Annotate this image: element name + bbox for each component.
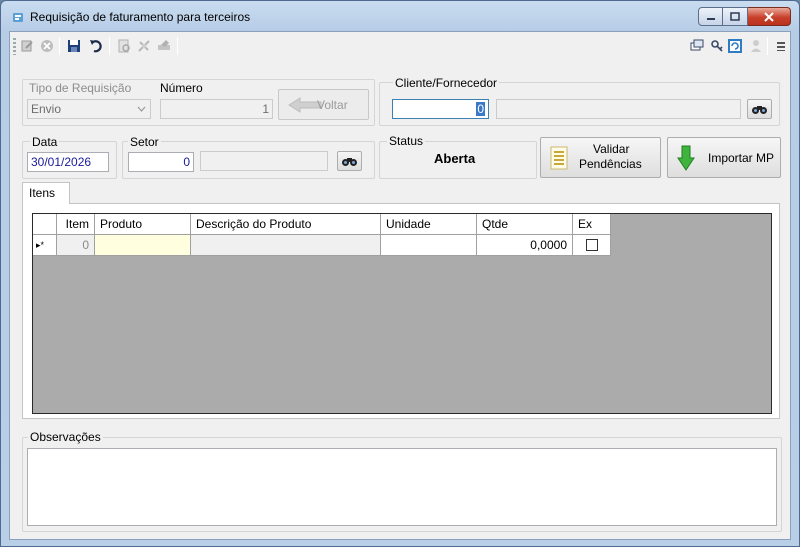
cliente-name-field[interactable] — [496, 99, 741, 119]
tab-itens[interactable]: Itens — [22, 182, 70, 204]
grid-row-header-corner — [33, 214, 57, 235]
cell-ex[interactable] — [573, 235, 611, 256]
windows-icon — [690, 39, 704, 51]
cliente-code-value: 0 — [476, 102, 485, 116]
window-title: Requisição de faturamento para terceiros — [30, 10, 251, 24]
binoculars-icon — [342, 157, 357, 166]
observacoes-label: Observações — [28, 430, 103, 444]
menu-icon — [777, 42, 785, 51]
cliente-code-field[interactable]: 0 — [392, 99, 489, 119]
cell-qtde[interactable]: 0,0000 — [477, 235, 573, 256]
setor-label: Setor — [128, 135, 161, 149]
form-client-area: Tipo de Requisição Envio Número 1 Voltar… — [9, 31, 791, 540]
user-icon — [751, 40, 761, 52]
app-window: Requisição de faturamento para terceiros — [0, 0, 800, 547]
key-icon — [711, 40, 723, 52]
grid-col-qtde[interactable]: Qtde — [477, 214, 573, 235]
toolbar-menu-button[interactable] — [772, 37, 790, 55]
arrow-down-icon — [677, 145, 695, 171]
maximize-button[interactable] — [723, 7, 748, 26]
numero-field[interactable]: 1 — [160, 99, 273, 119]
toolbar-key-button[interactable] — [708, 37, 726, 55]
title-bar[interactable]: Requisição de faturamento para terceiros — [1, 1, 799, 31]
importar-mp-button[interactable]: Importar MP — [667, 137, 781, 178]
validar-label-line2: Pendências — [579, 157, 642, 171]
toolbar-window-button[interactable] — [688, 37, 706, 55]
tipo-requisicao-label: Tipo de Requisição — [27, 81, 134, 95]
toolbar-tools-button[interactable] — [135, 37, 153, 55]
tipo-requisicao-value: Envio — [31, 102, 62, 116]
toolbar-print-button[interactable] — [155, 37, 173, 55]
toolbar-user-button[interactable] — [747, 37, 765, 55]
save-icon — [68, 40, 80, 52]
chevron-down-icon — [137, 106, 146, 112]
toolbar-grip[interactable] — [13, 38, 16, 55]
cell-unidade[interactable] — [381, 235, 477, 256]
toolbar-refresh-button[interactable] — [726, 37, 744, 55]
toolbar-cancel-button[interactable] — [38, 37, 56, 55]
refresh-icon — [728, 39, 742, 53]
numero-label: Número — [158, 81, 205, 95]
toolbar-undo-button[interactable] — [87, 37, 105, 55]
search-doc-icon — [118, 39, 130, 53]
data-field[interactable]: 30/01/2026 — [27, 152, 109, 172]
grid-col-produto[interactable]: Produto — [95, 214, 191, 235]
app-icon — [13, 13, 23, 22]
document-list-icon — [550, 146, 568, 170]
grid-col-unidade[interactable]: Unidade — [381, 214, 477, 235]
cancel-icon — [41, 40, 53, 52]
status-label: Status — [387, 134, 426, 148]
print-icon — [158, 40, 170, 50]
voltar-label: Voltar — [317, 98, 348, 112]
itens-tab-page: Item Produto Descrição do Produto Unidad… — [22, 203, 780, 419]
cell-descricao — [191, 235, 381, 256]
toolbar-edit-button[interactable] — [18, 37, 36, 55]
minimize-icon — [706, 17, 715, 20]
grid-header-row: Item Produto Descrição do Produto Unidad… — [33, 214, 611, 235]
grid-col-ex[interactable]: Ex — [573, 214, 611, 235]
cliente-search-button[interactable] — [747, 99, 772, 119]
row-indicator: ▸* — [33, 235, 57, 256]
minimize-button[interactable] — [698, 7, 723, 26]
grid-col-item[interactable]: Item — [57, 214, 95, 235]
undo-icon — [90, 40, 102, 53]
maximize-icon — [730, 12, 740, 21]
ex-checkbox[interactable] — [585, 239, 598, 251]
cell-item: 0 — [57, 235, 95, 256]
close-icon — [764, 11, 774, 22]
toolbar-save-button[interactable] — [65, 37, 83, 55]
close-button[interactable] — [748, 7, 791, 26]
setor-search-button[interactable] — [337, 151, 362, 171]
observacoes-textarea[interactable] — [27, 448, 777, 526]
tipo-requisicao-select[interactable]: Envio — [27, 99, 151, 119]
tab-itens-label: Itens — [29, 186, 56, 200]
itens-grid[interactable]: Item Produto Descrição do Produto Unidad… — [32, 213, 772, 414]
cliente-label: Cliente/Fornecedor — [393, 76, 500, 90]
validar-label-line1: Validar — [593, 142, 630, 156]
voltar-button[interactable]: Voltar — [278, 89, 369, 120]
table-row[interactable]: ▸* 0 0,0000 — [33, 235, 611, 256]
setor-name-field[interactable] — [200, 151, 328, 171]
setor-code-field[interactable]: 0 — [128, 152, 194, 172]
data-label: Data — [30, 135, 60, 149]
validar-pendencias-button[interactable]: Validar Pendências — [540, 137, 661, 178]
importar-label: Importar MP — [708, 151, 775, 165]
binoculars-icon — [752, 105, 767, 114]
cell-produto[interactable] — [95, 235, 191, 256]
toolbar — [10, 32, 790, 61]
edit-icon — [21, 40, 33, 52]
grid-col-descricao[interactable]: Descrição do Produto — [191, 214, 381, 235]
tools-icon — [138, 40, 150, 52]
status-value: Aberta — [434, 151, 476, 166]
toolbar-search-button[interactable] — [115, 37, 133, 55]
